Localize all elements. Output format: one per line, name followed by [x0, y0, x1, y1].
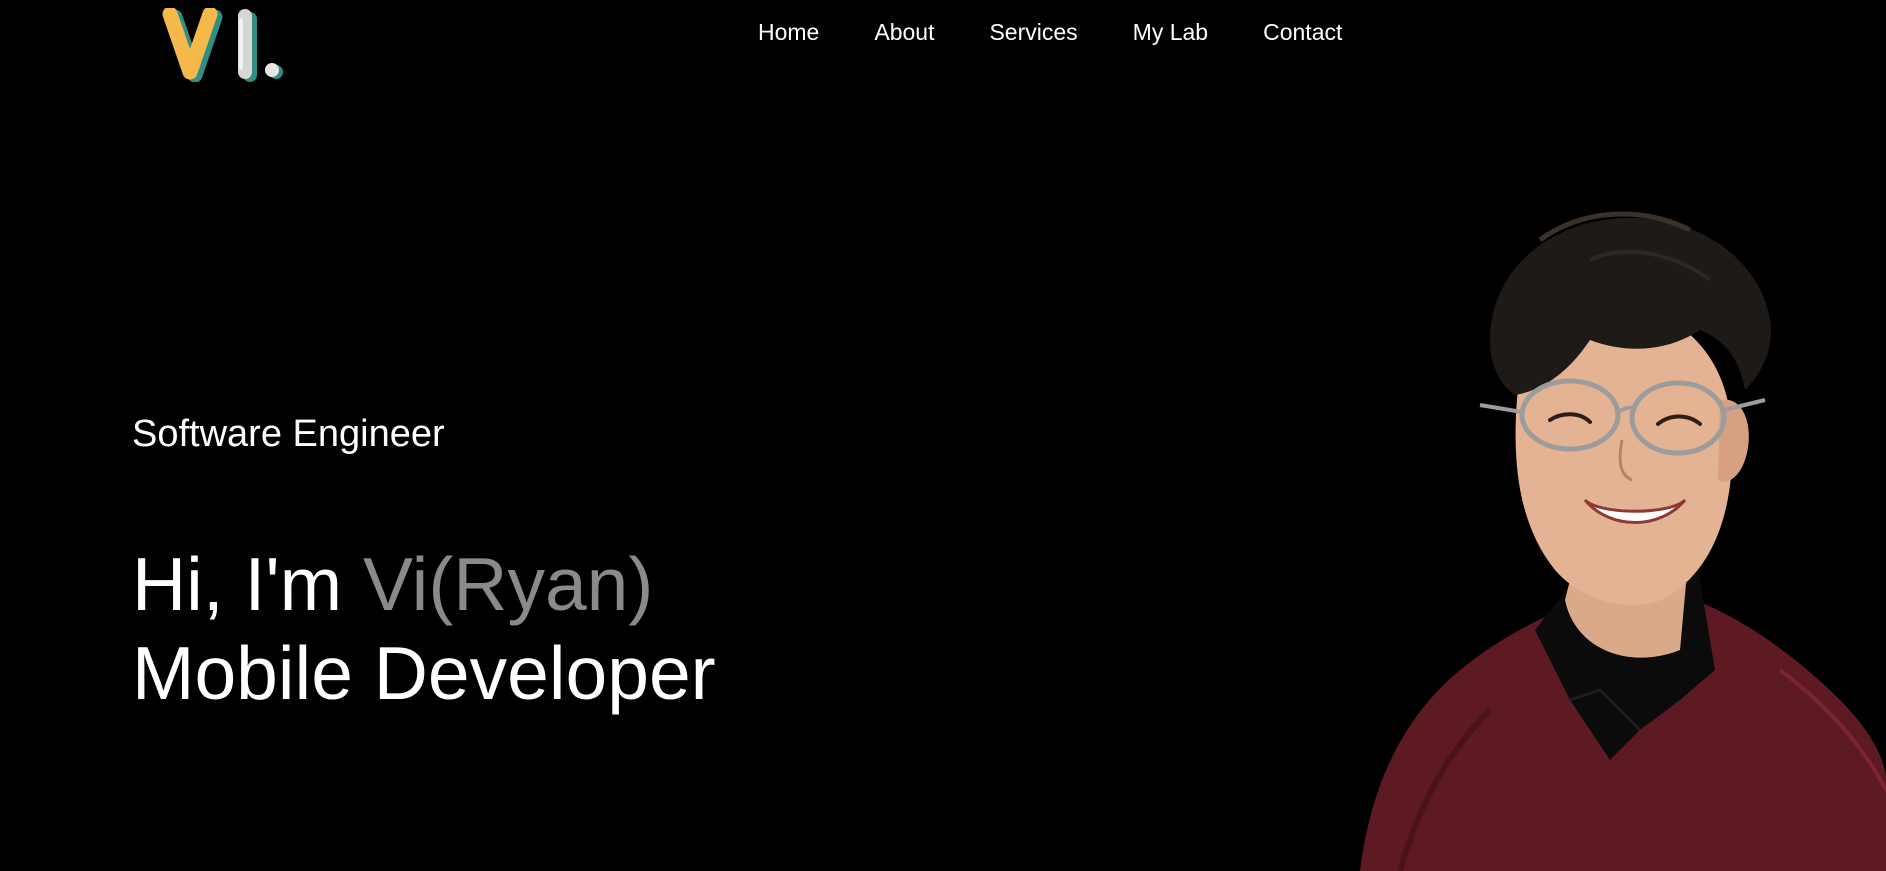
- logo-vi-icon: [162, 8, 283, 82]
- nav-contact[interactable]: Contact: [1263, 18, 1342, 46]
- hero-title: Mobile Developer: [132, 631, 716, 715]
- nav-about[interactable]: About: [874, 18, 934, 46]
- person-portrait-icon: [1360, 211, 1886, 871]
- hero-headline: Hi, I'm Vi(Ryan) Mobile Developer: [132, 540, 716, 718]
- nav-services[interactable]: Services: [989, 18, 1077, 46]
- portrait-image: [1340, 200, 1886, 871]
- page: Home About Services My Lab Contact Softw…: [0, 0, 1886, 871]
- hero-greeting: Hi, I'm: [132, 542, 363, 626]
- hero-greeting-line: Hi, I'm Vi(Ryan): [132, 540, 716, 629]
- nav-my-lab[interactable]: My Lab: [1133, 18, 1208, 46]
- hero-name: Vi(Ryan): [362, 542, 654, 626]
- logo[interactable]: [160, 8, 292, 82]
- main-nav: Home About Services My Lab Contact: [758, 18, 1342, 46]
- nav-home[interactable]: Home: [758, 18, 819, 46]
- hero-role: Software Engineer: [132, 413, 445, 455]
